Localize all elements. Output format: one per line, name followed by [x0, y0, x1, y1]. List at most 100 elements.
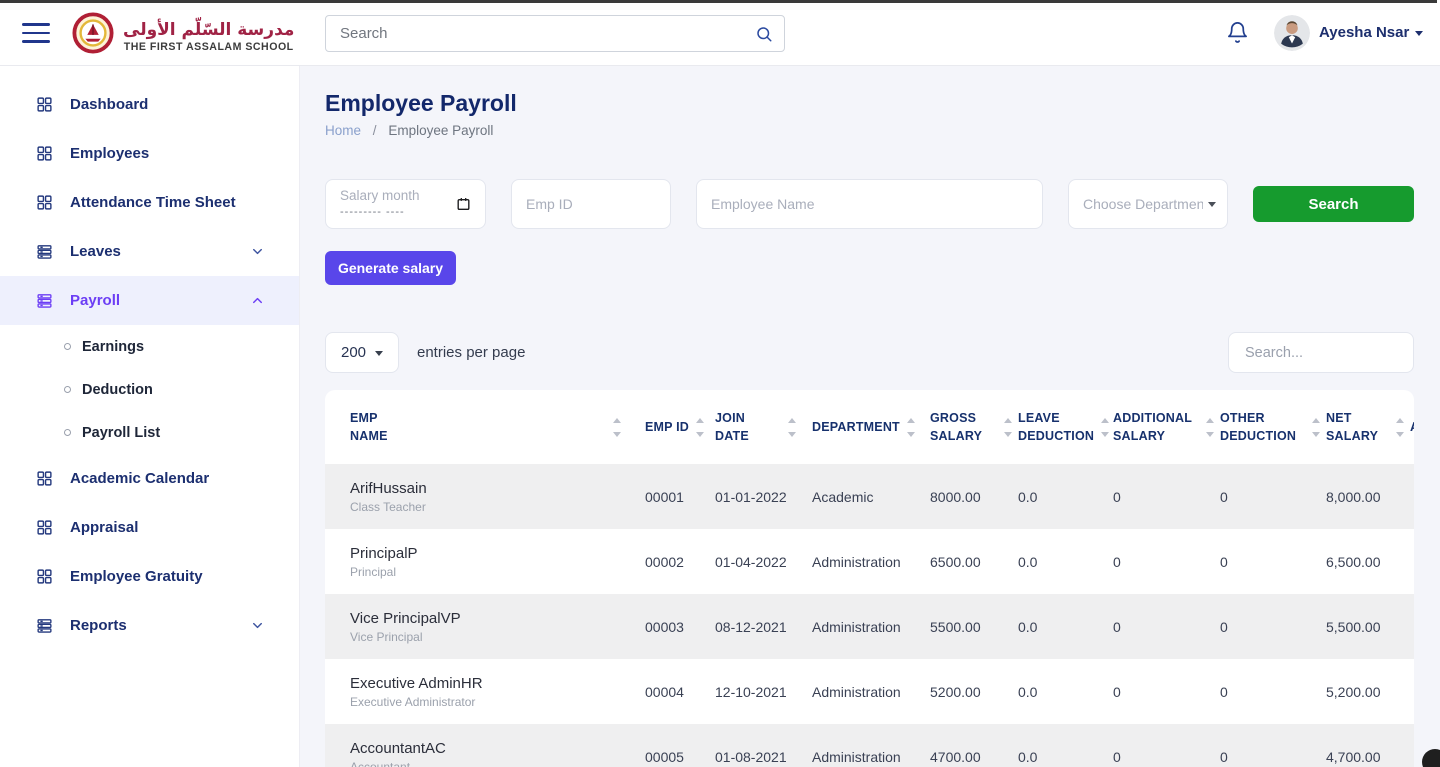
bullet-icon	[64, 429, 71, 436]
chevron-down-icon	[375, 351, 383, 356]
list-rows-icon	[36, 243, 54, 260]
sidebar-subitem-label: Payroll List	[82, 425, 160, 441]
employee-name: AccountantAC	[350, 740, 639, 757]
bullet-icon	[64, 343, 71, 350]
sidebar-item-reports[interactable]: Reports	[0, 601, 299, 650]
cell-emp-name: PrincipalPPrincipal	[325, 529, 645, 594]
sidebar-item-label: Appraisal	[70, 519, 138, 536]
cell-emp-id: 00003	[645, 594, 715, 659]
sidebar-subitem-deduction[interactable]: Deduction	[0, 368, 299, 411]
sidebar-item-label: Reports	[70, 617, 127, 634]
breadcrumb-current: Employee Payroll	[388, 123, 493, 138]
column-label: DEPARTMENT	[812, 418, 900, 436]
column-label: LEAVE DEDUCTION	[1018, 409, 1094, 445]
sort-icon	[1101, 418, 1109, 437]
department-select[interactable]: Choose Department	[1068, 179, 1228, 229]
cell-leave-deduction: 0.0	[1018, 724, 1113, 767]
table-row: AccountantACAccountant0000501-08-2021Adm…	[325, 724, 1414, 767]
emp-id-input[interactable]	[511, 179, 671, 229]
sidebar-item-attendance-time-sheet[interactable]: Attendance Time Sheet	[0, 178, 299, 227]
employee-name: PrincipalP	[350, 545, 639, 562]
cell-join-date: 12-10-2021	[715, 659, 812, 724]
sidebar-item-label: Employees	[70, 145, 149, 162]
table-row: PrincipalPPrincipal0000201-04-2022Admini…	[325, 529, 1414, 594]
notification-bell-icon[interactable]	[1226, 21, 1249, 49]
sort-icon	[1004, 418, 1012, 437]
sidebar-item-appraisal[interactable]: Appraisal	[0, 503, 299, 552]
cell-department: Academic	[812, 464, 930, 529]
school-logo[interactable]: مدرسة السّلّم الأولى THE FIRST ASSALAM S…	[72, 12, 294, 59]
column-header-join-date[interactable]: JOIN DATE	[715, 390, 812, 464]
cell-net-salary: 5,200.00	[1326, 659, 1410, 724]
generate-salary-button[interactable]: Generate salary	[325, 251, 456, 285]
column-header-leave-deduction[interactable]: LEAVE DEDUCTION	[1018, 390, 1113, 464]
column-header-department[interactable]: DEPARTMENT	[812, 390, 930, 464]
department-select-value: Choose Department	[1083, 196, 1203, 212]
sidebar-item-employee-gratuity[interactable]: Employee Gratuity	[0, 552, 299, 601]
user-name-label: Ayesha Nsar	[1319, 24, 1409, 41]
top-accent-bar	[0, 0, 1437, 3]
cell-additional-salary: 0	[1113, 594, 1220, 659]
column-header-net-salary[interactable]: NET SALARY	[1326, 390, 1410, 464]
user-avatar[interactable]	[1274, 15, 1310, 51]
sort-icon	[1312, 418, 1320, 437]
cell-leave-deduction: 0.0	[1018, 659, 1113, 724]
cell-emp-name: AccountantACAccountant	[325, 724, 645, 767]
logo-english-text: THE FIRST ASSALAM SCHOOL	[124, 41, 294, 53]
cell-net-salary: 8,000.00	[1326, 464, 1410, 529]
column-header-gross-salary[interactable]: GROSS SALARY	[930, 390, 1018, 464]
sidebar-item-payroll[interactable]: Payroll	[0, 276, 299, 325]
table-body: ArifHussainClass Teacher0000101-01-2022A…	[325, 464, 1414, 767]
sidebar-item-academic-calendar[interactable]: Academic Calendar	[0, 454, 299, 503]
sidebar-item-dashboard[interactable]: Dashboard	[0, 80, 299, 129]
sidebar-item-label: Payroll	[70, 292, 120, 309]
sidebar-subitem-earnings[interactable]: Earnings	[0, 325, 299, 368]
column-header-emp-name[interactable]: EMP NAME	[325, 390, 645, 464]
user-menu[interactable]: Ayesha Nsar	[1319, 24, 1423, 41]
breadcrumb-home-link[interactable]: Home	[325, 123, 361, 138]
chevron-down-icon	[1208, 202, 1216, 207]
sidebar-item-leaves[interactable]: Leaves	[0, 227, 299, 276]
cell-additional-salary: 0	[1113, 529, 1220, 594]
cell-department: Administration	[812, 659, 930, 724]
column-header-additional-salary[interactable]: ADDITIONAL SALARY	[1113, 390, 1220, 464]
payroll-table-card: EMP NAMEEMP IDJOIN DATE DEPARTMENT GROSS S…	[325, 390, 1414, 767]
table-row: ArifHussainClass Teacher0000101-01-2022A…	[325, 464, 1414, 529]
bullet-icon	[64, 386, 71, 393]
hamburger-menu-icon[interactable]	[22, 23, 50, 43]
sort-icon	[613, 418, 621, 437]
employee-designation: Class Teacher	[350, 500, 639, 514]
list-controls: 200 entries per page	[325, 332, 1414, 373]
payroll-table: EMP NAMEEMP IDJOIN DATE DEPARTMENT GROSS S…	[325, 390, 1414, 767]
employee-name-input[interactable]	[696, 179, 1043, 229]
cell-emp-name: ArifHussainClass Teacher	[325, 464, 645, 529]
cell-leave-deduction: 0.0	[1018, 594, 1113, 659]
table-head-row: EMP NAMEEMP IDJOIN DATE DEPARTMENT GROSS S…	[325, 390, 1414, 464]
cell-net-salary: 6,500.00	[1326, 529, 1410, 594]
search-button[interactable]: Search	[1253, 186, 1414, 222]
cell-emp-id: 00002	[645, 529, 715, 594]
column-label: JOIN DATE	[715, 409, 761, 445]
cell-other-deduction: 0	[1220, 594, 1326, 659]
entries-per-page-select[interactable]: 200	[325, 332, 399, 373]
column-header-emp-id[interactable]: EMP ID	[645, 390, 715, 464]
logo-arabic-text: مدرسة السّلّم الأولى	[123, 19, 294, 41]
column-label: NET SALARY	[1326, 409, 1389, 445]
page-title: Employee Payroll	[325, 90, 1414, 117]
calendar-icon[interactable]	[456, 196, 471, 228]
table-row: Executive AdminHRExecutive Administrator…	[325, 659, 1414, 724]
sidebar-item-label: Attendance Time Sheet	[70, 194, 236, 211]
search-icon[interactable]	[755, 25, 773, 48]
table-search-input[interactable]	[1228, 332, 1414, 373]
grid-icon	[36, 519, 54, 536]
filter-bar: Salary month --------- ---- Choose Depar…	[325, 179, 1414, 229]
salary-month-input[interactable]: Salary month --------- ----	[325, 179, 486, 229]
cell-additional-salary: 0	[1113, 464, 1220, 529]
grid-icon	[36, 145, 54, 162]
cell-join-date: 01-04-2022	[715, 529, 812, 594]
cell-department: Administration	[812, 594, 930, 659]
global-search-input[interactable]	[325, 15, 785, 52]
sidebar-item-employees[interactable]: Employees	[0, 129, 299, 178]
column-header-other-deduction[interactable]: OTHER DEDUCTION	[1220, 390, 1326, 464]
sidebar-subitem-payroll-list[interactable]: Payroll List	[0, 411, 299, 454]
